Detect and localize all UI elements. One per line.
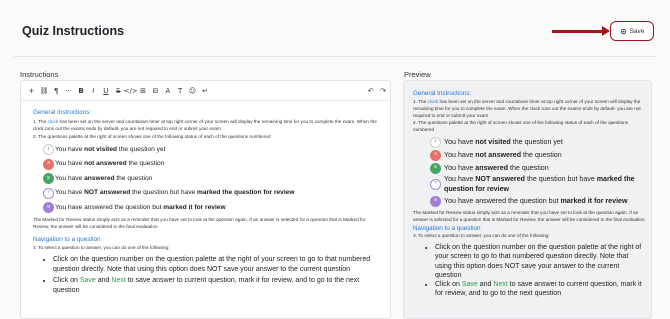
more-icon[interactable]: ··· [63,85,74,97]
preview-legend-row: 3 You have not answered the question [430,149,645,161]
save-text: Save [79,276,96,284]
nav-intro: 3. To select a question to answer, you c… [33,244,170,250]
preview-p2-text: 2. The questions palette at the right of… [413,120,629,133]
list-item: Click on the question number on the ques… [435,243,645,279]
preview-legend-text: You have not answered the question [444,150,562,159]
preview-general-heading: General Instructions: [413,90,472,97]
status-outline-icon: 7 [430,179,441,191]
preview-legend-row: 1 You have not visited the question yet [430,137,645,149]
page-title: Quiz Instructions [22,24,125,38]
image-icon[interactable]: ⊟ [150,85,161,97]
instructions-label: Instructions [20,70,59,79]
editor-legend-row: 5 You have answered the question [43,173,380,185]
status-red-icon: 3 [430,149,441,161]
bold-button[interactable]: B [76,85,87,97]
status-green-icon: 5 [43,173,54,185]
editor-legend-text: You have not answered the question [55,160,165,168]
instructions-editor[interactable]: + ⛓ ¶ ··· B I U S </> ⊞ ⊟ A T ☺ ↵ ↶ ↷ Ge… [20,80,391,319]
status-red-icon: 3 [43,158,54,170]
emoji-icon[interactable]: ☺ [187,85,198,97]
preview-legend-text: You have NOT answered the question but h… [444,175,635,193]
next-text: Next [111,276,126,284]
underline-button[interactable]: U [100,85,111,97]
line-break-icon[interactable]: ↵ [199,85,210,97]
editor-legend-row: 1 You have not visited the question yet [43,144,380,156]
general-heading: General Instructions: [33,109,92,116]
status-white-icon: 1 [430,137,441,149]
preview-navigation-heading: Navigation to a question [413,225,481,233]
code-icon[interactable]: </> [124,85,138,97]
editor-legend-text: You have answered the question [55,174,153,182]
preview-legend-text: You have answered the question but marke… [444,196,628,205]
italic-button[interactable]: I [88,85,99,97]
preview-marked-note: The Marked for Review status simply acts… [413,209,645,222]
p1-start: 1. The [33,119,48,124]
status-purple-icon: 9 [430,195,441,207]
gear-icon [620,28,626,34]
editor-content[interactable]: General Instructions: 1. The clock has b… [21,101,390,297]
preview-legend-row: 9 You have answered the question but mark… [430,195,645,207]
text-size-icon[interactable]: T [175,85,186,97]
strikethrough-button[interactable]: S [113,85,124,97]
status-green-icon: 5 [430,162,441,174]
editor-legend-text: You have answered the question but marke… [55,203,226,211]
save-label: Save [629,27,645,35]
font-color-icon[interactable]: A [162,85,173,97]
preview-content: General Instructions: 1. The clock has b… [404,81,651,298]
status-outline-icon: 7 [43,187,54,199]
link-icon[interactable]: ⛓ [38,85,49,97]
redo-icon[interactable]: ↷ [378,85,389,97]
p2-text: 2. The questions palette at the right of… [33,133,271,139]
save-button[interactable]: Save [610,21,654,41]
table-icon[interactable]: ⊞ [138,85,149,97]
list-item: Click on the question number on the ques… [53,255,380,276]
editor-legend-text: You have NOT answered the question but h… [55,189,295,197]
preview-legend-row: 7 You have NOT answered the question but … [430,175,645,193]
preview-nav-intro: 3. To select a question to answer, you c… [413,233,550,239]
quiz-instructions-page: Quiz Instructions Save Instructions Prev… [0,0,670,319]
insert-button[interactable]: + [26,85,37,97]
navigation-heading: Navigation to a question [33,235,101,243]
preview-legend-row: 5 You have answered the question [430,162,645,174]
editor-legend-row: 3 You have not answered the question [43,158,380,170]
marked-note: The Marked for Review status simply acts… [33,216,366,229]
list-item: Click on Save and Next to save answer to… [53,276,380,297]
clock-link[interactable]: clock [48,119,59,124]
editor-legend-text: You have not visited the question yet [55,145,166,153]
preview-clock-link: clock [427,99,439,104]
status-white-icon: 1 [43,144,54,156]
annotation-arrow [552,26,610,36]
p1-rest: has been set on the server and countdown… [33,119,377,131]
undo-icon[interactable]: ↶ [365,85,376,97]
status-purple-icon: 9 [43,202,54,214]
paragraph-icon[interactable]: ¶ [51,85,62,97]
header-divider [14,56,656,57]
editor-toolbar: + ⛓ ¶ ··· B I U S </> ⊞ ⊟ A T ☺ ↵ ↶ ↷ [21,81,390,101]
editor-legend-row: 7 You have NOT answered the question but … [43,187,380,199]
editor-legend-row: 9 You have answered the question but mark… [43,202,380,214]
list-item: Click on Save and Next to save answer to… [435,280,645,298]
preview-label: Preview [404,70,431,79]
preview-legend-text: You have answered the question [444,163,549,172]
preview-legend-text: You have not visited the question yet [444,137,563,146]
preview-panel: General Instructions: 1. The clock has b… [403,80,652,319]
